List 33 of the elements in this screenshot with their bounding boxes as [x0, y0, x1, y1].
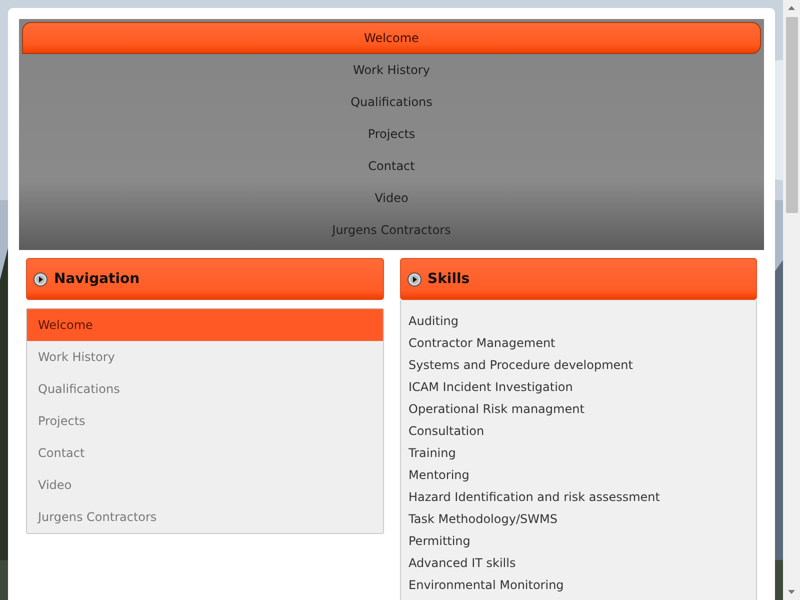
nav-item[interactable]: Jurgens Contractors — [27, 501, 382, 533]
scrollbar-thumb[interactable] — [786, 17, 798, 213]
skill-item: Auditing — [408, 313, 460, 330]
menu-item[interactable]: Qualifications — [22, 86, 761, 118]
skill-item: Advanced IT skills — [408, 555, 517, 572]
menu-item[interactable]: Video — [22, 182, 761, 214]
skill-item: Permitting — [408, 533, 472, 550]
menu-item[interactable]: Welcome — [22, 22, 761, 54]
skill-item: Contractor Management — [408, 335, 556, 352]
skill-item: Consultation — [408, 423, 486, 440]
nav-item[interactable]: Projects — [27, 405, 382, 437]
panel-title: Navigation — [54, 271, 140, 287]
skill-item: Hazard Identification and risk assessment — [408, 489, 661, 506]
menu-item[interactable]: Jurgens Contractors — [22, 214, 761, 246]
skill-item: Systems and Procedure development — [408, 357, 634, 374]
skill-item: ICAM Incident Investigation — [408, 379, 574, 396]
skill-item: Task Methodology/SWMS — [408, 511, 558, 528]
skill-item: Environmental Monitoring — [408, 577, 565, 594]
skill-item: Operational Risk managment — [408, 401, 586, 418]
skill-item: Mentoring — [408, 467, 470, 484]
nav-item[interactable]: Contact — [27, 437, 382, 469]
scrollbar[interactable] — [783, 0, 800, 600]
nav-item[interactable]: Qualifications — [27, 373, 382, 405]
play-bullet-icon — [406, 272, 422, 286]
menu-item[interactable]: Work History — [22, 54, 761, 86]
nav-item[interactable]: Welcome — [27, 309, 382, 341]
nav-item[interactable]: Work History — [27, 341, 382, 373]
menu-item[interactable]: Contact — [22, 150, 761, 182]
play-bullet-icon — [33, 272, 48, 286]
nav-item[interactable]: Video — [27, 469, 382, 501]
menu-item[interactable]: Projects — [22, 118, 761, 150]
panel-title: Skills — [428, 271, 470, 287]
skill-item: Training — [408, 445, 457, 462]
